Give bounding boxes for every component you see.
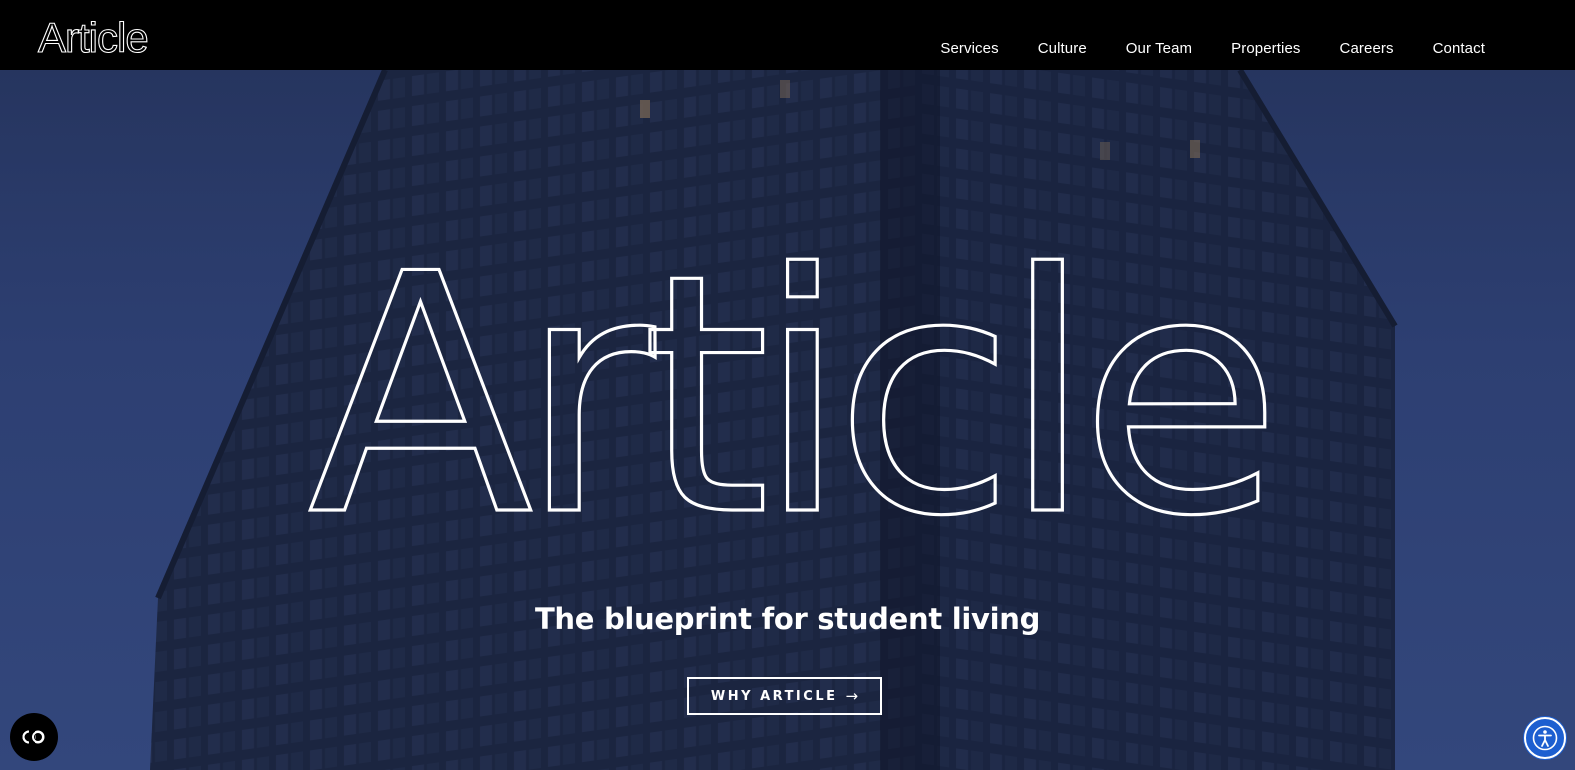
nav-contact[interactable]: Contact [1433,40,1485,57]
nav-properties[interactable]: Properties [1231,40,1300,57]
accessibility-button[interactable] [1524,717,1566,759]
site-header: Article Services Culture Our Team Proper… [0,0,1575,70]
hero-tagline: The blueprint for student living [534,602,1041,636]
svg-text:Article: Article [308,204,1269,588]
svg-text:Article: Article [38,14,148,58]
nav-our-team[interactable]: Our Team [1126,40,1192,57]
cookie-preferences-icon [22,730,45,744]
hero-section: Article The blueprint for student living… [0,70,1575,770]
arrow-right-icon: → [845,687,859,705]
nav-culture[interactable]: Culture [1038,40,1087,57]
cta-label: WHY ARTICLE [710,688,838,704]
article-logo[interactable]: Article [36,14,176,58]
why-article-button[interactable]: WHY ARTICLE → [687,677,882,715]
hero-wordmark: Article [306,202,1284,589]
accessibility-icon [1532,725,1558,751]
nav-careers[interactable]: Careers [1340,40,1394,57]
nav-services[interactable]: Services [940,40,998,57]
main-nav: Services Culture Our Team Properties Car… [901,0,1485,96]
cookie-preferences-button[interactable] [10,713,58,761]
